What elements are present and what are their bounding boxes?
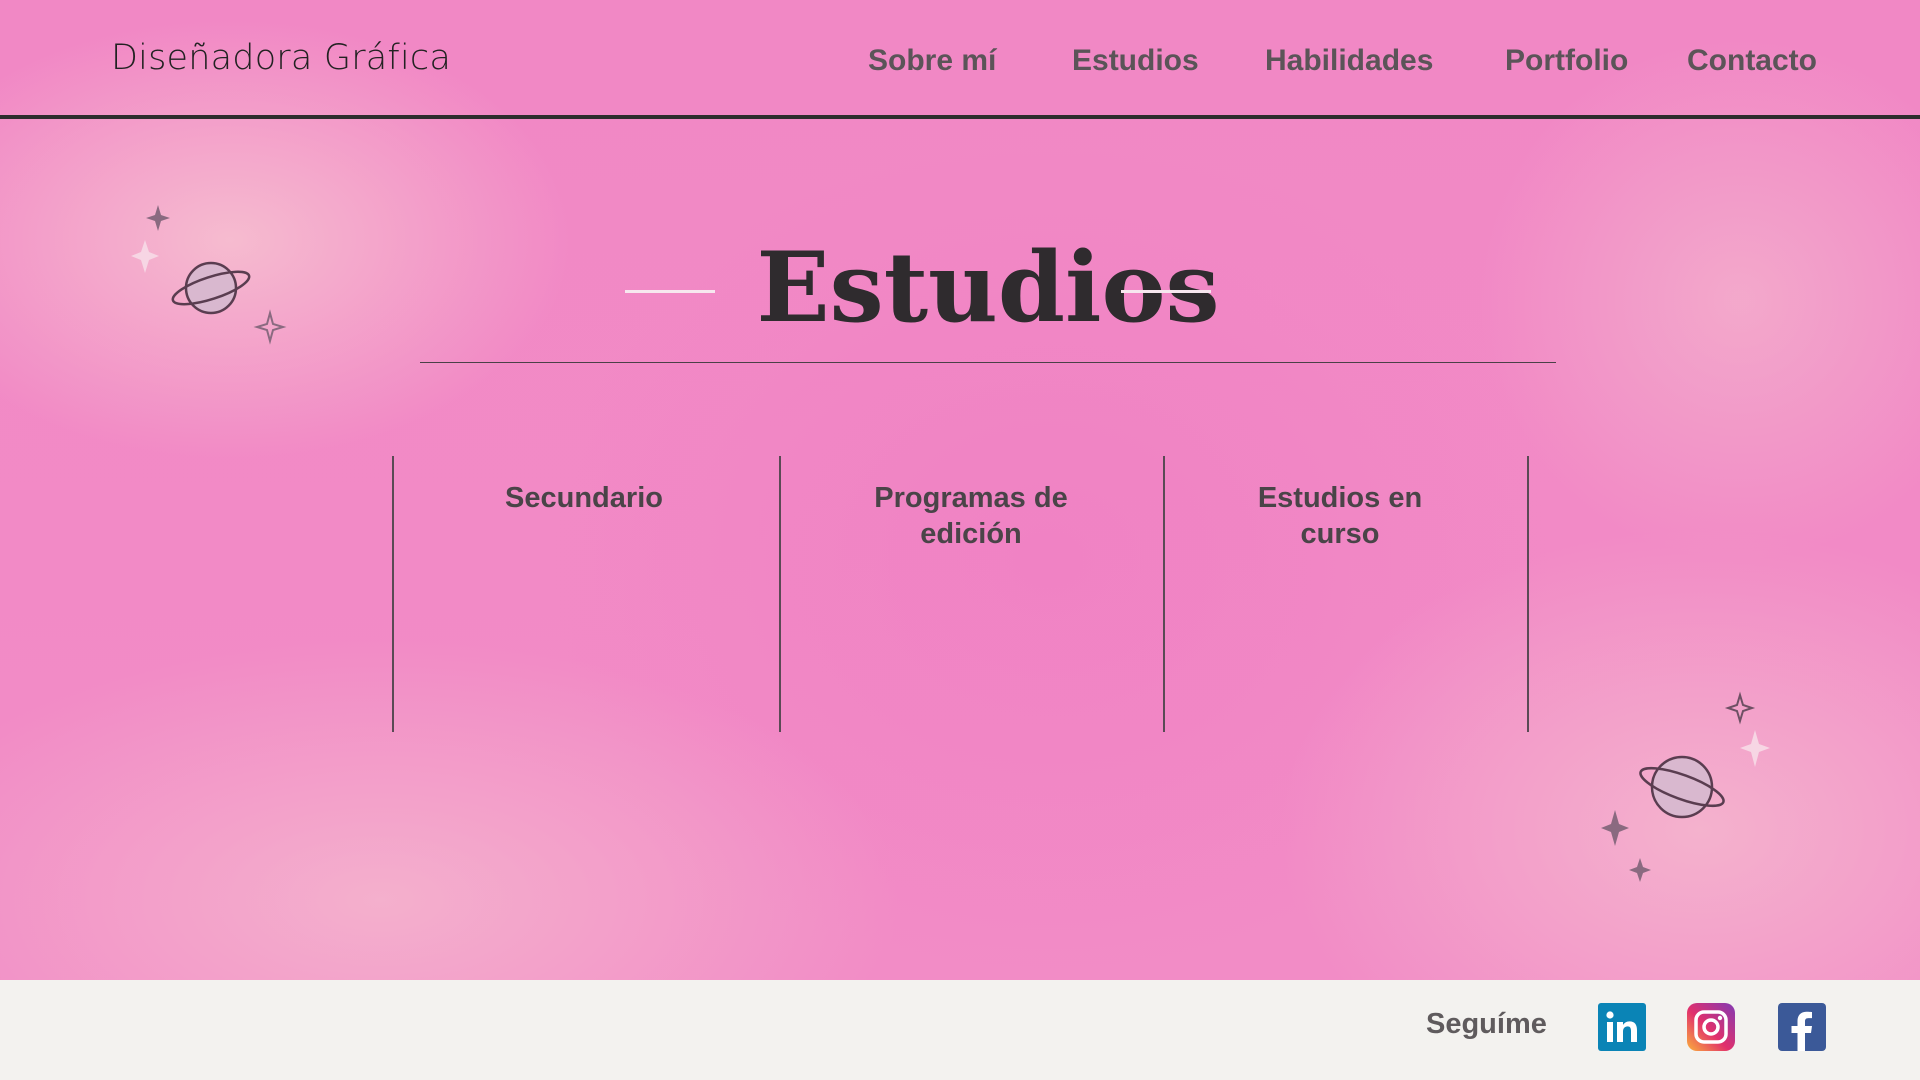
linkedin-icon[interactable] — [1598, 1003, 1646, 1051]
instagram-icon[interactable] — [1687, 1003, 1735, 1051]
facebook-icon[interactable] — [1778, 1003, 1826, 1051]
column-divider — [392, 456, 394, 732]
nav-item-contacto[interactable]: Contacto — [1687, 44, 1817, 78]
column-title-estudios-en-curso: Estudios en curso — [1257, 482, 1423, 550]
site-header: Diseñadora Gráfica Sobre mí Estudios Hab… — [0, 0, 1920, 119]
title-right-rule — [1121, 290, 1211, 293]
nav-item-portfolio[interactable]: Portfolio — [1505, 44, 1628, 78]
nav-item-estudios[interactable]: Estudios — [1072, 44, 1199, 78]
brand-title[interactable]: Diseñadora Gráfica — [111, 38, 451, 78]
column-title-programas-de-edicion: Programas de edición — [874, 482, 1068, 550]
column-divider — [779, 456, 781, 732]
column-title-secundario: Secundario — [505, 482, 663, 514]
follow-label: Seguíme — [1426, 1008, 1547, 1040]
column-divider — [1527, 456, 1529, 732]
nav-item-habilidades[interactable]: Habilidades — [1265, 44, 1433, 78]
column-divider — [1163, 456, 1165, 732]
planet-decoration-bottom-right-icon — [1601, 691, 1770, 882]
nav-item-sobre-mi[interactable]: Sobre mí — [868, 44, 996, 78]
hero-background: Diseñadora Gráfica Sobre mí Estudios Hab… — [0, 0, 1920, 980]
page-title: Estudios — [756, 231, 1220, 344]
planet-decoration-top-left-icon — [131, 205, 287, 345]
section-title-block: Estudios — [420, 230, 1556, 363]
